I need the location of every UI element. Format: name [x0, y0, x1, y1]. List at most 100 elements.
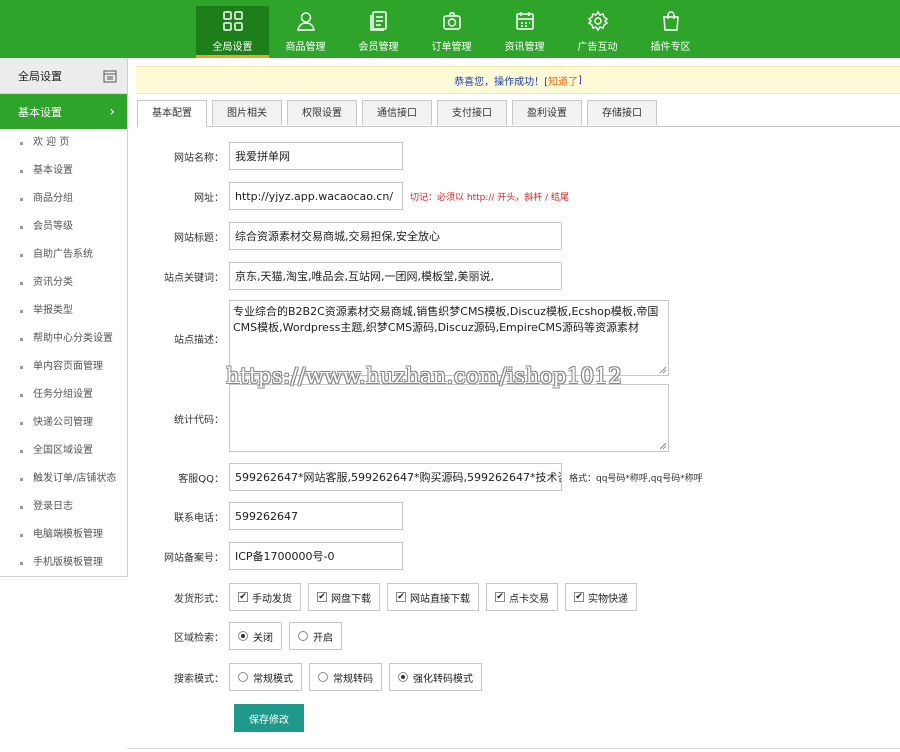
search-option-enhanced[interactable]: 强化转码模式: [389, 663, 482, 691]
resize-grip-icon[interactable]: [659, 442, 667, 450]
sidebar-item[interactable]: 全国区域设置: [0, 437, 127, 465]
qq-label: 客服QQ：: [178, 473, 224, 485]
sidebar-item[interactable]: 任务分组设置: [0, 381, 127, 409]
nav-news[interactable]: 资讯管理: [488, 6, 561, 58]
sidebar-item[interactable]: 电脑端模板管理: [0, 521, 127, 549]
row-phone: 联系电话： 599262647: [137, 502, 403, 530]
ship-option-card[interactable]: ✔ 点卡交易: [486, 583, 558, 611]
sidebar-item[interactable]: 登录日志: [0, 493, 127, 521]
checkbox-checked-icon[interactable]: ✔: [238, 592, 248, 602]
user-icon: [296, 12, 315, 31]
nav-goods[interactable]: 商品管理: [269, 6, 342, 58]
checkbox-checked-icon[interactable]: ✔: [317, 592, 327, 602]
keywords-input[interactable]: 京东,天猫,淘宝,唯品会,互站网,一团网,模板堂,美丽说,: [229, 262, 562, 290]
radio-selected-icon[interactable]: [238, 631, 248, 641]
sidebar-item[interactable]: 单内容页面管理: [0, 353, 127, 381]
qq-input[interactable]: 599262647*网站客服,599262647*购买源码,599262647*…: [229, 463, 562, 491]
sidebar-item[interactable]: 欢 迎 页: [0, 129, 127, 157]
sidebar-section-basic[interactable]: 基本设置 ›: [0, 94, 127, 129]
url-hint: 切记：必须以 http:// 开头，斜杆 / 结尾: [410, 192, 570, 203]
tab-payment[interactable]: 支付接口: [437, 100, 507, 125]
row-title: 网站标题： 综合资源素材交易商城,交易担保,安全放心: [137, 222, 562, 250]
title-input[interactable]: 综合资源素材交易商城,交易担保,安全放心: [229, 222, 562, 250]
notice-end: ]: [578, 74, 582, 86]
region-option-on[interactable]: 开启: [289, 622, 342, 650]
tab-storage[interactable]: 存储接口: [587, 100, 657, 125]
url-label: 网址：: [194, 192, 224, 204]
site-name-input[interactable]: 我爱拼单网: [229, 142, 403, 170]
nav-orders[interactable]: 订单管理: [415, 6, 488, 58]
sidebar-item[interactable]: 举报类型: [0, 297, 127, 325]
document-icon: [369, 11, 387, 31]
row-stat-code: 统计代码：: [137, 384, 669, 452]
phone-input[interactable]: 599262647: [229, 502, 403, 530]
radio-icon[interactable]: [238, 672, 248, 682]
main-nav: 全局设置 商品管理 会员管理 订单管理 资讯管理 广告互动 插件专区: [196, 6, 707, 58]
search-option-transcode[interactable]: 常规转码: [309, 663, 382, 691]
region-label: 区域检索：: [174, 632, 224, 644]
shipping-label: 发货形式：: [174, 593, 224, 605]
checkbox-checked-icon[interactable]: ✔: [396, 592, 406, 602]
tab-permissions[interactable]: 权限设置: [287, 100, 357, 125]
bag-icon: [662, 11, 679, 31]
row-shipping: 发货形式： ✔ 手动发货 ✔ 网盘下载 ✔ 网站直接下载 ✔ 点卡交易 ✔ 实物快递: [137, 583, 644, 611]
icp-input[interactable]: ICP备1700000号-0: [229, 542, 403, 570]
nav-label: 插件专区: [650, 42, 691, 53]
nav-members[interactable]: 会员管理: [342, 6, 415, 58]
ship-option-manual[interactable]: ✔ 手动发货: [229, 583, 301, 611]
ship-option-netdisk[interactable]: ✔ 网盘下载: [308, 583, 380, 611]
sidebar-item[interactable]: 基本设置: [0, 157, 127, 185]
description-label: 站点描述：: [174, 334, 224, 346]
stat-code-textarea[interactable]: [229, 384, 669, 452]
resize-grip-icon[interactable]: [659, 366, 667, 374]
divider: [127, 748, 900, 749]
row-search-mode: 搜索模式： 常规模式 常规转码 强化转码模式: [137, 663, 489, 691]
sidebar-item[interactable]: 手机版模板管理: [0, 549, 127, 577]
grid-icon: [222, 11, 243, 31]
tab-profit[interactable]: 盈利设置: [512, 100, 582, 125]
search-option-normal[interactable]: 常规模式: [229, 663, 302, 691]
title-label: 网站标题：: [174, 232, 224, 244]
sidebar-header[interactable]: 全局设置: [0, 58, 127, 94]
radio-icon[interactable]: [298, 631, 308, 641]
nav-label: 商品管理: [285, 42, 326, 53]
checkbox-checked-icon[interactable]: ✔: [574, 592, 584, 602]
row-region: 区域检索： 关闭 开启: [137, 622, 349, 650]
gear-icon: [587, 10, 608, 32]
calendar-icon: [103, 70, 117, 82]
sidebar-item[interactable]: 触发订单/店铺状态: [0, 465, 127, 493]
radio-selected-icon[interactable]: [398, 672, 408, 682]
sidebar-item[interactable]: 自助广告系统: [0, 241, 127, 269]
nav-global-settings[interactable]: 全局设置: [196, 6, 269, 58]
sidebar-item[interactable]: 资讯分类: [0, 269, 127, 297]
tab-communication[interactable]: 通信接口: [362, 100, 432, 125]
sidebar-item[interactable]: 快递公司管理: [0, 409, 127, 437]
nav-plugins[interactable]: 插件专区: [634, 6, 707, 58]
settings-tabs: 基本配置 图片相关 权限设置 通信接口 支付接口 盈利设置 存储接口: [137, 100, 900, 127]
tab-basic-config[interactable]: 基本配置: [137, 100, 207, 127]
sidebar-item[interactable]: 帮助中心分类设置: [0, 325, 127, 353]
icp-label: 网站备案号：: [164, 552, 224, 564]
qq-hint: 格式：qq号码*称呼,qq号码*称呼: [569, 473, 703, 484]
notice-dismiss-link[interactable]: 知道了: [548, 73, 578, 88]
nav-ads[interactable]: 广告互动: [561, 6, 634, 58]
site-name-label: 网站名称：: [174, 152, 224, 164]
checkbox-checked-icon[interactable]: ✔: [495, 592, 505, 602]
url-input[interactable]: http://yjyz.app.wacaocao.cn/: [229, 182, 403, 210]
calendar-icon: [515, 12, 534, 30]
sidebar-item[interactable]: 会员等级: [0, 213, 127, 241]
success-notice: 恭喜您，操作成功！[知道了]: [136, 66, 900, 94]
nav-label: 广告互动: [577, 42, 618, 53]
camera-icon: [442, 12, 461, 30]
region-option-off[interactable]: 关闭: [229, 622, 282, 650]
ship-option-direct[interactable]: ✔ 网站直接下载: [387, 583, 479, 611]
ship-option-express[interactable]: ✔ 实物快递: [565, 583, 637, 611]
search-mode-label: 搜索模式：: [174, 673, 224, 685]
nav-label: 全局设置: [212, 42, 253, 53]
radio-icon[interactable]: [318, 672, 328, 682]
tab-image[interactable]: 图片相关: [212, 100, 282, 125]
top-nav-bar: 全局设置 商品管理 会员管理 订单管理 资讯管理 广告互动 插件专区: [0, 0, 900, 58]
save-button[interactable]: 保存修改: [234, 704, 304, 732]
sidebar-item[interactable]: 商品分组: [0, 185, 127, 213]
row-url: 网址： http://yjyz.app.wacaocao.cn/ 切记：必须以 …: [137, 182, 569, 210]
